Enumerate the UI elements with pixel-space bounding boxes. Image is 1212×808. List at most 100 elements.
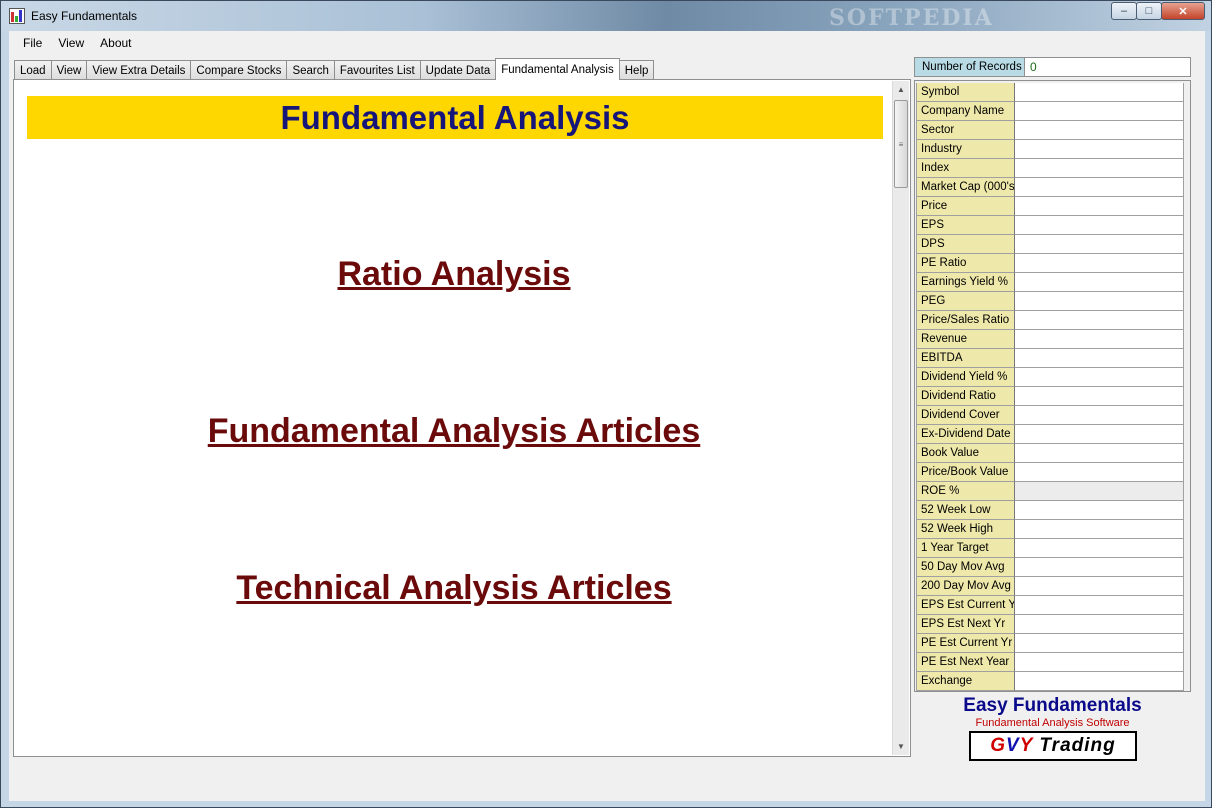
grid-row[interactable]: EPS Est Next Yr: [916, 615, 1190, 634]
tab-search[interactable]: Search: [286, 60, 335, 80]
grid-field-value[interactable]: [1015, 235, 1184, 254]
menu-file[interactable]: File: [15, 36, 50, 50]
grid-field-value[interactable]: [1015, 254, 1184, 273]
grid-row[interactable]: Market Cap (000's): [916, 178, 1190, 197]
maximize-button[interactable]: □: [1136, 2, 1162, 20]
grid-row[interactable]: Exchange: [916, 672, 1190, 691]
tab-view[interactable]: View: [50, 60, 88, 80]
grid-field-value[interactable]: [1015, 330, 1184, 349]
grid-row[interactable]: 52 Week Low: [916, 501, 1190, 520]
grid-row[interactable]: 52 Week High: [916, 520, 1190, 539]
grid-field-value[interactable]: [1015, 292, 1184, 311]
grid-field-value[interactable]: [1015, 558, 1184, 577]
grid-field-value[interactable]: [1015, 140, 1184, 159]
app-chart-icon: [9, 8, 25, 24]
grid-row[interactable]: EBITDA: [916, 349, 1190, 368]
grid-field-label: Dividend Yield %: [916, 368, 1015, 387]
ratio-analysis-link[interactable]: Ratio Analysis: [14, 255, 894, 294]
grid-row[interactable]: Price: [916, 197, 1190, 216]
grid-row[interactable]: DPS: [916, 235, 1190, 254]
grid-field-value[interactable]: [1015, 539, 1184, 558]
grid-field-label: Index: [916, 159, 1015, 178]
grid-row[interactable]: Dividend Yield %: [916, 368, 1190, 387]
grid-field-label: Book Value: [916, 444, 1015, 463]
grid-field-value[interactable]: [1015, 311, 1184, 330]
grid-field-value[interactable]: [1015, 121, 1184, 140]
tab-view-extra-details[interactable]: View Extra Details: [86, 60, 192, 80]
grid-row[interactable]: 1 Year Target: [916, 539, 1190, 558]
grid-field-value[interactable]: [1015, 672, 1184, 691]
menu-about[interactable]: About: [92, 36, 139, 50]
grid-field-label: Company Name: [916, 102, 1015, 121]
grid-field-value[interactable]: [1015, 387, 1184, 406]
close-button[interactable]: ✕: [1161, 2, 1205, 20]
scroll-up-icon[interactable]: ▲: [893, 81, 909, 98]
grid-row[interactable]: Index: [916, 159, 1190, 178]
logo-letter-g: G: [990, 735, 1007, 756]
menu-view[interactable]: View: [50, 36, 92, 50]
tab-help[interactable]: Help: [618, 60, 655, 80]
grid-field-value[interactable]: [1015, 425, 1184, 444]
grid-field-value[interactable]: [1015, 463, 1184, 482]
grid-field-value[interactable]: [1015, 159, 1184, 178]
grid-field-value[interactable]: [1015, 653, 1184, 672]
grid-field-label: PE Est Next Year: [916, 653, 1015, 672]
tab-load[interactable]: Load: [14, 60, 52, 80]
tab-compare-stocks[interactable]: Compare Stocks: [190, 60, 288, 80]
grid-field-value[interactable]: [1015, 482, 1184, 501]
maximize-icon: □: [1145, 5, 1153, 17]
grid-field-value[interactable]: [1015, 178, 1184, 197]
grid-row[interactable]: Company Name: [916, 102, 1190, 121]
grid-field-label: 52 Week Low: [916, 501, 1015, 520]
grid-field-value[interactable]: [1015, 273, 1184, 292]
grid-field-value[interactable]: [1015, 596, 1184, 615]
grid-row[interactable]: ROE %: [916, 482, 1190, 501]
grid-field-value[interactable]: [1015, 368, 1184, 387]
grid-field-label: DPS: [916, 235, 1015, 254]
scroll-down-icon[interactable]: ▼: [893, 738, 909, 755]
grid-field-label: Symbol: [916, 83, 1015, 102]
grid-row[interactable]: Price/Sales Ratio: [916, 311, 1190, 330]
grid-field-value[interactable]: [1015, 634, 1184, 653]
grid-row[interactable]: Sector: [916, 121, 1190, 140]
grid-row[interactable]: Revenue: [916, 330, 1190, 349]
grid-row[interactable]: Dividend Ratio: [916, 387, 1190, 406]
grid-row[interactable]: Price/Book Value: [916, 463, 1190, 482]
grid-row[interactable]: Book Value: [916, 444, 1190, 463]
grid-row[interactable]: PEG: [916, 292, 1190, 311]
grid-field-value[interactable]: [1015, 615, 1184, 634]
grid-row[interactable]: Ex-Dividend Date: [916, 425, 1190, 444]
grid-row[interactable]: EPS Est Current Yr: [916, 596, 1190, 615]
grid-row[interactable]: EPS: [916, 216, 1190, 235]
grid-field-value[interactable]: [1015, 444, 1184, 463]
grid-field-value[interactable]: [1015, 349, 1184, 368]
grid-field-value[interactable]: [1015, 197, 1184, 216]
grid-field-value[interactable]: [1015, 520, 1184, 539]
fundamental-articles-link[interactable]: Fundamental Analysis Articles: [14, 412, 894, 451]
technical-articles-link[interactable]: Technical Analysis Articles: [14, 569, 894, 608]
grid-row[interactable]: 200 Day Mov Avg: [916, 577, 1190, 596]
grid-row[interactable]: Earnings Yield %: [916, 273, 1190, 292]
grid-field-label: Industry: [916, 140, 1015, 159]
grid-field-value[interactable]: [1015, 83, 1184, 102]
grid-field-value[interactable]: [1015, 501, 1184, 520]
grid-row[interactable]: 50 Day Mov Avg: [916, 558, 1190, 577]
grid-row[interactable]: Industry: [916, 140, 1190, 159]
tab-favourites-list[interactable]: Favourites List: [333, 60, 421, 80]
grid-row[interactable]: Symbol: [916, 83, 1190, 102]
scroll-thumb[interactable]: ≡: [894, 100, 908, 188]
tab-update-data[interactable]: Update Data: [419, 60, 497, 80]
minimize-button[interactable]: ‒: [1111, 2, 1137, 20]
grid-field-value[interactable]: [1015, 406, 1184, 425]
client-area: File View About Load View View Extra Det…: [9, 31, 1205, 801]
grid-row[interactable]: PE Est Current Yr: [916, 634, 1190, 653]
tab-fundamental-analysis[interactable]: Fundamental Analysis: [495, 58, 620, 80]
title-bar[interactable]: Easy Fundamentals SOFTPEDIA ‒ □ ✕: [1, 1, 1211, 31]
vertical-scrollbar[interactable]: ▲ ≡ ▼: [892, 81, 909, 755]
grid-row[interactable]: Dividend Cover: [916, 406, 1190, 425]
grid-row[interactable]: PE Ratio: [916, 254, 1190, 273]
grid-field-value[interactable]: [1015, 216, 1184, 235]
grid-field-value[interactable]: [1015, 102, 1184, 121]
grid-field-value[interactable]: [1015, 577, 1184, 596]
grid-row[interactable]: PE Est Next Year: [916, 653, 1190, 672]
